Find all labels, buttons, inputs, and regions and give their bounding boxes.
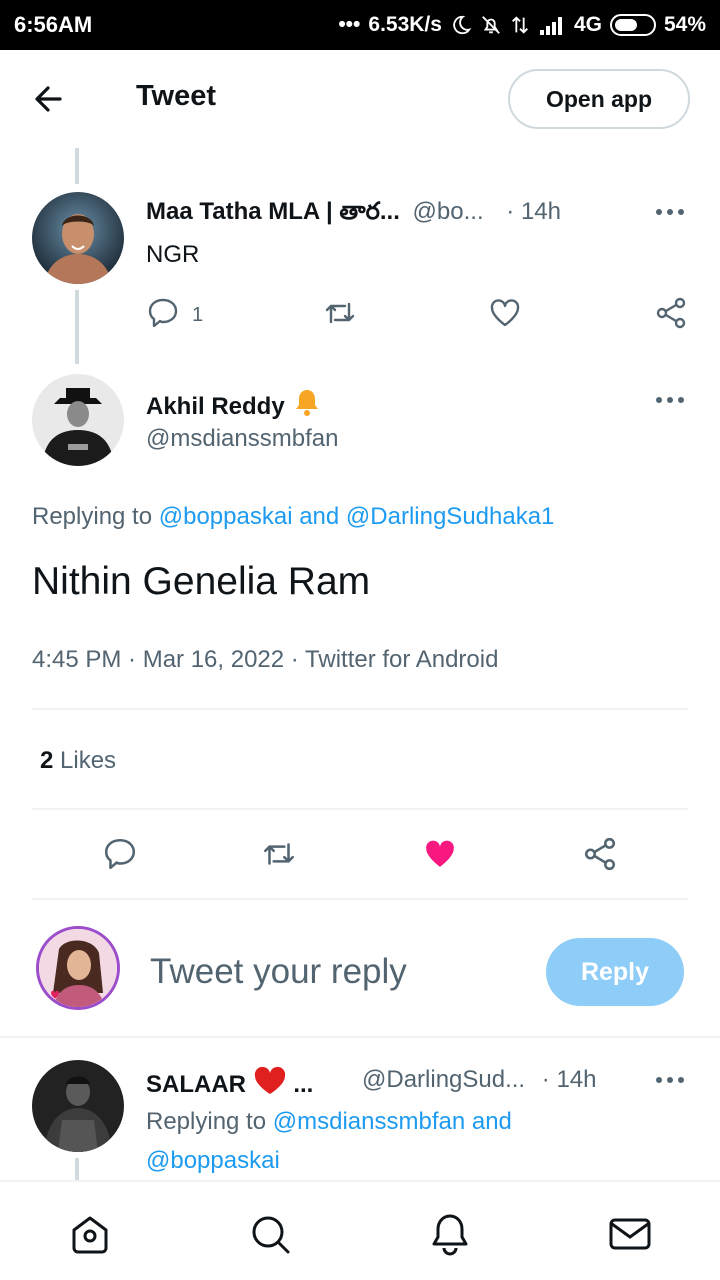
more-options-icon[interactable]	[656, 1075, 686, 1085]
status-bar: 6:56AM ••• 6.53K/s 4G 54%	[0, 0, 720, 50]
tweet-author: SALAAR ...	[146, 1066, 313, 1103]
author-handle[interactable]: @msdianssmbfan	[146, 425, 338, 453]
reply-action[interactable]	[102, 836, 138, 877]
messages-envelope-icon[interactable]	[608, 1212, 652, 1256]
network-speed: 6.53K/s	[368, 13, 442, 36]
heart-filled-icon	[422, 836, 458, 877]
battery-percent: 54%	[663, 13, 706, 36]
reply-button[interactable]: Reply	[546, 938, 684, 1006]
share-action[interactable]	[654, 296, 688, 335]
bell-off-icon	[480, 14, 502, 36]
retweet-action[interactable]	[260, 836, 298, 877]
main-tweet-text: Nithin Genelia Ram	[32, 560, 371, 603]
red-heart-icon	[253, 1066, 287, 1103]
network-type: 4G	[573, 13, 602, 36]
retweet-action[interactable]	[322, 296, 358, 335]
tweet-text: NGR	[146, 241, 200, 268]
status-indicators: ••• 6.53K/s 4G 54%	[338, 13, 706, 37]
tweet-author-meta: @DarlingSud... · 14h	[362, 1066, 596, 1094]
thread-connector-middle	[75, 290, 79, 364]
reply-count: 1	[192, 304, 204, 326]
back-arrow-icon[interactable]	[30, 82, 70, 116]
avatar[interactable]	[32, 374, 124, 466]
share-icon	[582, 836, 618, 877]
thread-connector-bottom	[75, 1158, 79, 1180]
author-name[interactable]: SALAAR	[146, 1071, 246, 1098]
divider	[32, 708, 688, 710]
avatar	[36, 926, 120, 1010]
heart-icon	[488, 296, 522, 335]
like-action[interactable]	[422, 836, 458, 877]
likes-label: Likes	[60, 747, 117, 774]
author-name[interactable]: Akhil Reddy	[146, 393, 285, 420]
tweet-time: · 14h	[506, 198, 561, 225]
likes-stat[interactable]: 2 Likes	[40, 747, 116, 775]
retweet-icon	[322, 296, 358, 335]
notifications-bell-icon[interactable]	[428, 1212, 472, 1256]
replying-to: Replying to @msdianssmbfan and	[146, 1108, 512, 1136]
bell-icon	[291, 386, 323, 425]
author-handle: @DarlingSud...	[362, 1066, 526, 1093]
comment-icon	[102, 836, 138, 877]
share-action[interactable]	[582, 836, 618, 877]
data-transfer-icon	[510, 14, 530, 36]
search-icon[interactable]	[248, 1212, 292, 1256]
tweet-time: · 14h	[541, 1066, 597, 1093]
signal-icon	[538, 14, 566, 36]
replying-users-link[interactable]: @boppaskai	[146, 1147, 280, 1175]
more-dots-icon: •••	[338, 13, 361, 36]
likes-count: 2	[40, 747, 54, 774]
moon-icon	[450, 14, 472, 36]
tweet-author: Akhil Reddy	[146, 386, 323, 425]
more-options-icon[interactable]	[656, 395, 686, 405]
tweet-author: Maa Tatha MLA | తార... @bo... · 14h	[146, 198, 561, 231]
reply-input[interactable]: Tweet your reply	[150, 952, 407, 992]
status-time: 6:56AM	[14, 12, 93, 37]
thread-connector-top	[75, 148, 79, 184]
author-handle: @bo...	[412, 198, 484, 225]
more-options-icon[interactable]	[656, 207, 686, 217]
retweet-icon	[260, 836, 298, 877]
replying-prefix: Replying to	[32, 503, 153, 530]
comment-icon	[146, 296, 180, 335]
divider	[32, 808, 688, 810]
like-action[interactable]	[488, 296, 522, 335]
author-name-ellipsis: ...	[293, 1071, 314, 1098]
replying-to: Replying to @boppaskai and @DarlingSudha…	[32, 503, 554, 531]
share-icon	[654, 296, 688, 335]
replying-users-link[interactable]: @boppaskai and @DarlingSudhaka1	[159, 503, 555, 530]
avatar[interactable]	[32, 192, 124, 284]
bottom-navigation	[0, 1180, 720, 1280]
tweet-meta: 4:45 PM · Mar 16, 2022 · Twitter for And…	[32, 646, 499, 673]
avatar[interactable]	[32, 1060, 124, 1152]
battery-icon	[609, 14, 656, 36]
replying-users-link[interactable]: @msdianssmbfan and	[273, 1108, 512, 1135]
open-app-button[interactable]: Open app	[508, 69, 690, 129]
author-name[interactable]: Maa Tatha MLA | తార...	[146, 198, 400, 225]
divider	[32, 898, 688, 900]
divider	[0, 1036, 720, 1038]
replying-prefix: Replying to	[146, 1108, 267, 1135]
page-title: Tweet	[136, 80, 217, 112]
reply-action[interactable]: 1	[146, 296, 203, 335]
top-header: Tweet Open app	[0, 50, 720, 146]
home-icon[interactable]	[68, 1212, 112, 1256]
